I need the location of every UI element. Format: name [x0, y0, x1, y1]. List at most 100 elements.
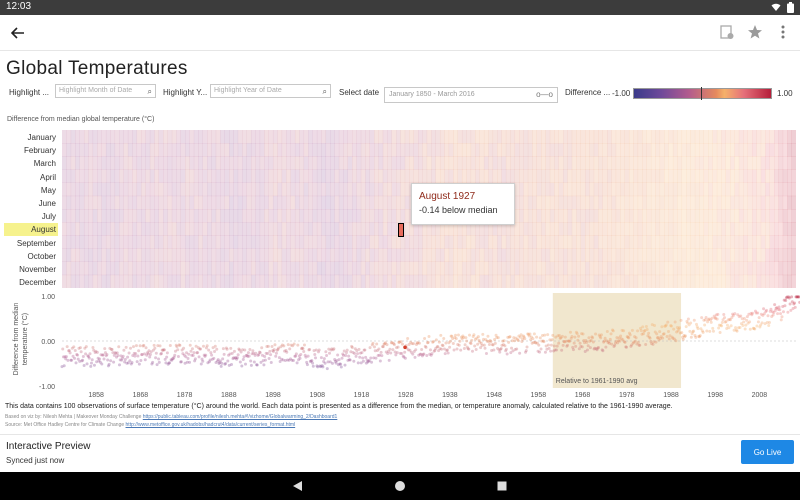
heatmap-cell [470, 143, 476, 157]
heatmap-cell [242, 169, 247, 183]
heatmap-cell [602, 130, 608, 144]
heatmap-cell [664, 156, 669, 170]
heatmap-cell [105, 248, 111, 262]
heatmap-cell [435, 248, 441, 262]
star-icon[interactable] [746, 23, 764, 41]
heatmap-cell [193, 235, 199, 249]
heatmap-cell [475, 248, 480, 262]
scatter-point [636, 340, 640, 344]
heatmap-cell [457, 156, 463, 170]
slider-handle-icon[interactable]: o—o [536, 90, 553, 99]
heatmap-cell [677, 261, 683, 276]
scatter-point [412, 342, 416, 346]
heatmap-cell [413, 143, 419, 157]
heatmap-cell [145, 235, 151, 249]
heatmap-cell [426, 130, 432, 144]
heatmap-cell [756, 156, 762, 170]
scatter-point [70, 358, 74, 362]
heatmap-cell [598, 248, 603, 262]
month-label-january[interactable]: January [4, 131, 58, 144]
anomaly-scatter-plot[interactable]: Relative to 1961-1990 avg1.000.00-1.00 [0, 290, 800, 392]
heatmap-cell [154, 274, 159, 288]
heatmap-cell [589, 235, 595, 249]
heatmap-cell [330, 156, 335, 170]
more-vert-icon[interactable] [774, 23, 792, 41]
heatmap-cell [444, 169, 450, 183]
heatmap-cell [721, 182, 726, 197]
heatmap-cell [730, 130, 735, 144]
heatmap-cell [299, 209, 305, 223]
heatmap-cell [607, 222, 612, 236]
heatmap-cell [185, 182, 190, 197]
home-circle-icon[interactable] [392, 478, 408, 494]
scatter-point [611, 329, 615, 333]
month-label-july[interactable]: July [4, 210, 58, 223]
month-label-december[interactable]: December [4, 276, 58, 289]
back-triangle-icon[interactable] [290, 478, 306, 494]
credit-link-1[interactable]: https://public.tableau.com/profile/niles… [143, 414, 338, 420]
heatmap-cell [171, 235, 177, 249]
heatmap-cell [185, 248, 190, 262]
date-range-slider[interactable]: January 1850 - March 2016 o—o [384, 87, 558, 103]
highlight-month-input[interactable]: Highlight Month of Date ⌕ [55, 84, 156, 98]
heatmap-cell [97, 195, 102, 210]
scatter-point [392, 343, 396, 347]
heatmap-cell [554, 248, 559, 262]
heatmap-cell [712, 143, 718, 157]
scatter-point [773, 303, 777, 307]
month-label-august[interactable]: August [4, 223, 58, 237]
month-label-march[interactable]: March [4, 157, 58, 170]
heatmap-cell [527, 261, 533, 276]
heatmap-cell [782, 248, 788, 262]
heatmap-cell [378, 143, 384, 157]
selected-heatmap-cell[interactable] [398, 223, 404, 237]
heatmap-cell [338, 261, 344, 276]
heatmap-cell [668, 130, 674, 144]
month-label-april[interactable]: April [4, 171, 58, 184]
credit-link-2[interactable]: http://www.metoffice.gov.uk/hadobs/hadcr… [126, 422, 296, 428]
back-button[interactable] [8, 23, 28, 43]
month-label-june[interactable]: June [4, 197, 58, 210]
heatmap-cell [396, 235, 401, 249]
heatmap-cell [642, 195, 647, 210]
heatmap-cell [290, 182, 296, 197]
go-live-button[interactable]: Go Live [741, 440, 794, 464]
heatmap-cell [88, 248, 94, 262]
heatmap-cell [167, 222, 173, 236]
heatmap-cell [413, 156, 419, 170]
heatmap-cell [215, 274, 221, 288]
heatmap-cell [316, 195, 322, 210]
heatmap-cell [365, 195, 370, 210]
heatmap-cell [571, 156, 577, 170]
heatmap-cell [747, 248, 753, 262]
heatmap-cell [620, 143, 625, 157]
heatmap-cell [628, 156, 634, 170]
heatmap-cell [70, 195, 76, 210]
month-label-september[interactable]: September [4, 237, 58, 250]
scatter-point [469, 341, 473, 345]
heatmap-cell [141, 169, 146, 183]
scatter-point [230, 363, 233, 367]
month-label-february[interactable]: February [4, 144, 58, 157]
heatmap-cell [563, 261, 568, 276]
scatter-point [493, 341, 497, 345]
month-label-may[interactable]: May [4, 184, 58, 197]
month-label-october[interactable]: October [4, 250, 58, 263]
scatter-point [762, 307, 766, 311]
heatmap-cell [347, 261, 353, 276]
scatter-point [560, 348, 564, 352]
scatter-point [340, 356, 344, 360]
recents-square-icon[interactable] [494, 478, 510, 494]
heatmap-cell [246, 235, 252, 249]
heatmap-cell [127, 182, 133, 197]
comment-icon[interactable] [718, 23, 736, 41]
x-tick-label: 1888 [221, 392, 237, 399]
scatter-point [634, 336, 638, 340]
heatmap-cell [571, 130, 577, 144]
heatmap-cell [527, 248, 533, 262]
month-label-november[interactable]: November [4, 263, 58, 276]
x-tick-label: 1958 [530, 392, 547, 399]
highlight-year-input[interactable]: Highlight Year of Date ⌕ [210, 84, 331, 98]
app-bar [0, 15, 800, 51]
heatmap-cell [418, 143, 423, 157]
